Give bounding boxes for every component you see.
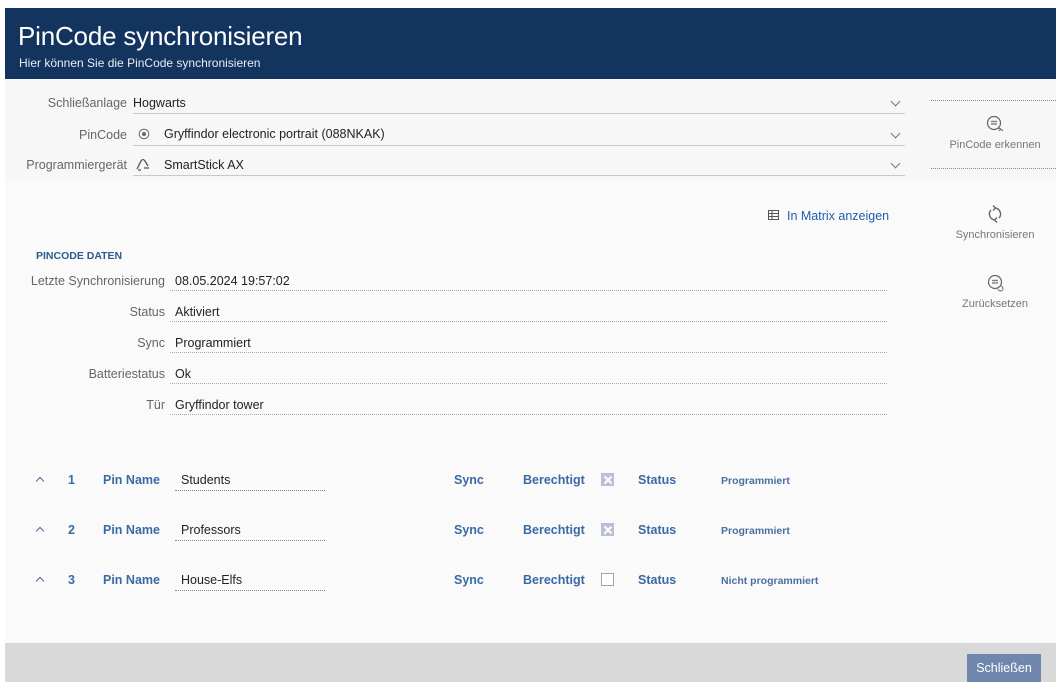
field-label: Letzte Synchronisierung [30, 274, 165, 288]
programmiergeraet-value[interactable]: SmartStick AX [164, 158, 244, 172]
pincode-daten-title: PINCODE DATEN [36, 250, 123, 262]
pin-name-underline [175, 590, 325, 591]
zuruecksetzen-label: Zurücksetzen [961, 298, 1029, 310]
pin-name-label: Pin Name [103, 473, 160, 487]
schliessen-button[interactable]: Schließen [967, 654, 1041, 682]
pin-name-input[interactable]: House-Elfs [181, 573, 242, 587]
matrix-icon[interactable] [768, 210, 779, 220]
programmiergeraet-underline [133, 175, 905, 176]
pin-status-value: Programmiert [721, 525, 790, 537]
zuruecksetzen-button[interactable]: Zurücksetzen [935, 273, 1055, 310]
field-value: Programmiert [175, 336, 251, 350]
field-value: Ok [175, 367, 191, 381]
pin-number: 3 [68, 573, 75, 587]
field-underline [170, 290, 887, 291]
sync-icon [988, 205, 1002, 223]
chevron-down-icon[interactable] [890, 158, 901, 169]
field-label: Status [129, 305, 165, 319]
pincode-erkennen-label: PinCode erkennen [949, 139, 1041, 151]
field-label: Batteriestatus [88, 367, 165, 381]
pincode-radio-icon [138, 128, 150, 140]
synchronisieren-button[interactable]: Synchronisieren [935, 204, 1055, 241]
field-label: Sync [137, 336, 165, 350]
field-underline [170, 414, 887, 415]
pin-number: 2 [68, 523, 75, 537]
pin-berechtigt-label: Berechtigt [523, 523, 585, 537]
pin-sync-label: Sync [454, 573, 484, 587]
schliessanlage-value[interactable]: Hogwarts [133, 96, 186, 110]
pincode-label: PinCode [79, 128, 127, 142]
field-value: Gryffindor tower [175, 398, 264, 412]
pincode-value[interactable]: Gryffindor electronic portrait (088NKAK) [164, 127, 385, 141]
pin-name-input[interactable]: Professors [181, 523, 241, 537]
pin-sync-label: Sync [454, 473, 484, 487]
pincode-underline [133, 145, 905, 146]
pin-name-underline [175, 540, 325, 541]
dialog-footer [5, 643, 1056, 682]
pincode-detect-icon [986, 115, 1004, 132]
chevron-down-icon[interactable] [890, 128, 901, 139]
schliessanlage-label: Schließanlage [47, 96, 127, 110]
berechtigt-checkbox[interactable] [601, 523, 614, 536]
in-matrix-anzeigen-link[interactable]: In Matrix anzeigen [787, 209, 889, 223]
field-label: Tür [146, 398, 165, 412]
divider [931, 168, 1056, 169]
pincode-reset-icon [987, 274, 1004, 292]
smartstick-icon [136, 158, 149, 171]
dialog-subtitle: Hier können Sie die PinCode synchronisie… [19, 56, 261, 70]
pin-sync-label: Sync [454, 523, 484, 537]
schliessanlage-underline [133, 113, 905, 114]
pin-name-input[interactable]: Students [181, 473, 230, 487]
pin-name-label: Pin Name [103, 523, 160, 537]
pin-status-value: Nicht programmiert [721, 575, 819, 587]
pin-name-label: Pin Name [103, 573, 160, 587]
pin-name-underline [175, 490, 325, 491]
field-underline [170, 321, 887, 322]
pin-status-label: Status [638, 473, 677, 487]
pin-berechtigt-label: Berechtigt [523, 473, 585, 487]
berechtigt-checkbox[interactable] [601, 473, 614, 486]
pin-status-value: Programmiert [721, 475, 790, 487]
dialog-header: PinCode synchronisieren Hier können Sie … [5, 8, 1056, 79]
pin-berechtigt-label: Berechtigt [523, 573, 585, 587]
pincode-sync-dialog: PinCode synchronisieren Hier können Sie … [5, 8, 1056, 682]
pin-number: 1 [68, 473, 75, 487]
field-underline [170, 352, 887, 353]
programmiergeraet-label: Programmiergerät [26, 158, 127, 172]
field-underline [170, 383, 887, 384]
field-value: Aktiviert [175, 305, 220, 319]
synchronisieren-label: Synchronisieren [955, 229, 1035, 241]
pin-status-label: Status [638, 523, 677, 537]
chevron-down-icon[interactable] [890, 96, 901, 107]
pin-status-label: Status [638, 573, 677, 587]
pincode-erkennen-button[interactable]: PinCode erkennen [935, 114, 1055, 151]
field-value: 08.05.2024 19:57:02 [175, 274, 290, 288]
divider [931, 100, 1056, 101]
dialog-title: PinCode synchronisieren [18, 21, 303, 51]
berechtigt-checkbox[interactable] [601, 573, 614, 586]
